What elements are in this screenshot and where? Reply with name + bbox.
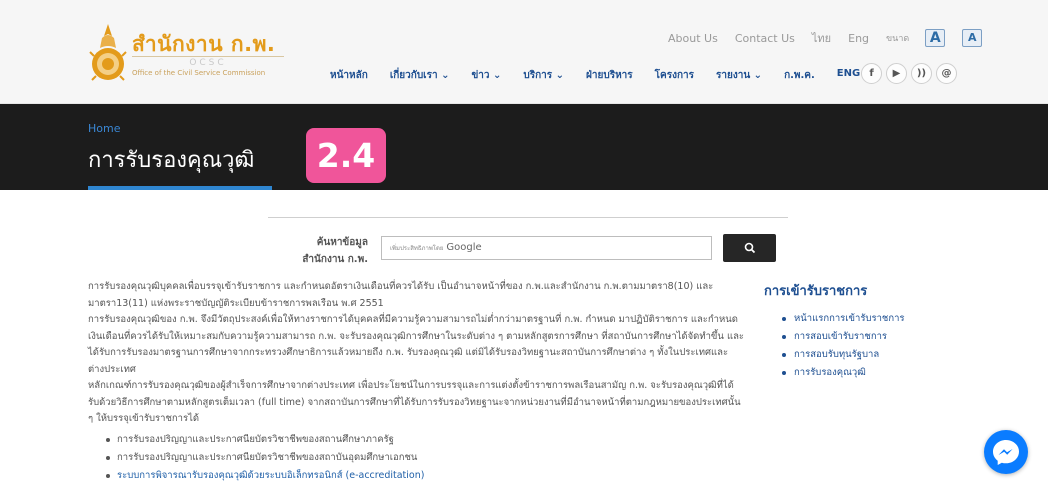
search-input[interactable]: เพิ่มประสิทธิภาพโดย Google <box>381 236 712 260</box>
nav-reports[interactable]: รายงาน ⌄ <box>716 68 762 83</box>
lang-eng-link[interactable]: Eng <box>848 32 869 45</box>
breadcrumb-home[interactable]: Home <box>88 122 120 135</box>
paragraph-intro: การรับรองคุณวุฒิบุคคลเพื่อบรรจุเข้ารับรา… <box>88 281 714 309</box>
e-accreditation-link[interactable]: ระบบการพิจารณารับรองคุณวุฒิด้วยระบบอิเล็… <box>104 467 744 484</box>
about-us-link[interactable]: About Us <box>668 32 718 45</box>
accreditation-list: การรับรองปริญญาและประกาศนียบัตรวิชาชีพขอ… <box>104 431 744 484</box>
social-links: f ▶ )) @ <box>861 63 961 84</box>
nav-news[interactable]: ข่าว ⌄ <box>471 68 501 83</box>
title-underline <box>88 186 272 190</box>
lang-thai-link[interactable]: ไทย <box>812 29 831 47</box>
rss-icon[interactable]: )) <box>911 63 932 84</box>
font-large-button[interactable]: A <box>925 29 946 47</box>
messenger-chat-button[interactable] <box>984 430 1028 474</box>
step-badge: 2.4 <box>306 128 386 183</box>
nav-eng[interactable]: ENG <box>837 68 860 83</box>
list-item: การรับรองปริญญาและประกาศนียบัตรวิชาชีพขอ… <box>104 431 744 449</box>
nav-mspc[interactable]: ก.พ.ค. <box>784 68 815 83</box>
sidebar-item-accreditation[interactable]: การรับรองคุณวุฒิ <box>778 364 905 382</box>
e-accreditation-eng[interactable]: (e-accreditation) <box>343 470 425 481</box>
top-utility-nav: About Us Contact Us ไทย Eng ขนาด A A <box>668 29 999 47</box>
search-label-line1: ค้นหาข้อมูล <box>316 237 368 248</box>
nav-about[interactable]: เกี่ยวกับเรา ⌄ <box>390 68 450 83</box>
page-banner: Home การรับรองคุณวุฒิ <box>0 104 1048 190</box>
contact-us-link[interactable]: Contact Us <box>735 32 795 45</box>
font-small-button[interactable]: A <box>962 29 983 47</box>
paragraph-purpose: การรับรองคุณวุฒิของ ก.พ. จึงมีวัตถุประสง… <box>88 314 744 375</box>
search-icon <box>744 242 755 253</box>
nav-executives[interactable]: ฝ่ายบริหาร <box>586 68 633 83</box>
page-title: การรับรองคุณวุฒิ <box>88 148 255 173</box>
facebook-icon[interactable]: f <box>861 63 882 84</box>
search-button[interactable] <box>723 234 776 262</box>
site-header: สำนักงาน ก.พ. OCSC Office of the Civil S… <box>0 0 1048 104</box>
nav-home[interactable]: หน้าหลัก <box>330 68 368 83</box>
ocsc-emblem-icon <box>89 24 127 81</box>
sidebar-title: การเข้ารับราชการ <box>764 284 868 299</box>
youtube-icon[interactable]: ▶ <box>886 63 907 84</box>
search-placeholder-brand: Google <box>446 242 482 253</box>
list-item: การรับรองปริญญาและประกาศนียบัตรวิชาชีพขอ… <box>104 449 744 467</box>
logo-subtitle: Office of the Civil Service Commission <box>132 69 266 77</box>
search-label: ค้นหาข้อมูล สำนักงาน ก.พ. <box>282 234 368 268</box>
nav-services[interactable]: บริการ ⌄ <box>523 68 564 83</box>
search-label-line2: สำนักงาน ก.พ. <box>302 254 368 265</box>
site-logo[interactable]: สำนักงาน ก.พ. OCSC Office of the Civil S… <box>88 22 288 86</box>
paragraph-criteria: หลักเกณฑ์การรับรองคุณวุฒิของผู้สำเร็จการ… <box>88 380 741 424</box>
search-divider <box>268 217 788 218</box>
sidebar-item-home[interactable]: หน้าแรกการเข้ารับราชการ <box>778 310 905 328</box>
font-size-label: ขนาด <box>886 34 910 44</box>
main-nav: หน้าหลัก เกี่ยวกับเรา ⌄ ข่าว ⌄ บริการ ⌄ … <box>330 68 882 83</box>
search-placeholder-prefix: เพิ่มประสิทธิภาพโดย <box>390 245 444 252</box>
email-icon[interactable]: @ <box>936 63 957 84</box>
sidebar-item-scholarship[interactable]: การสอบรับทุนรัฐบาล <box>778 346 905 364</box>
logo-abbreviation: OCSC <box>132 56 284 68</box>
sidebar-item-exam[interactable]: การสอบเข้ารับราชการ <box>778 328 905 346</box>
messenger-icon <box>993 440 1019 465</box>
e-accreditation-thai[interactable]: ระบบการพิจารณารับรองคุณวุฒิด้วยระบบอิเล็… <box>117 470 343 481</box>
nav-projects[interactable]: โครงการ <box>655 68 694 83</box>
article-content: การรับรองคุณวุฒิบุคคลเพื่อบรรจุเข้ารับรา… <box>88 279 744 484</box>
sidebar-list: หน้าแรกการเข้ารับราชการ การสอบเข้ารับราช… <box>778 310 905 382</box>
